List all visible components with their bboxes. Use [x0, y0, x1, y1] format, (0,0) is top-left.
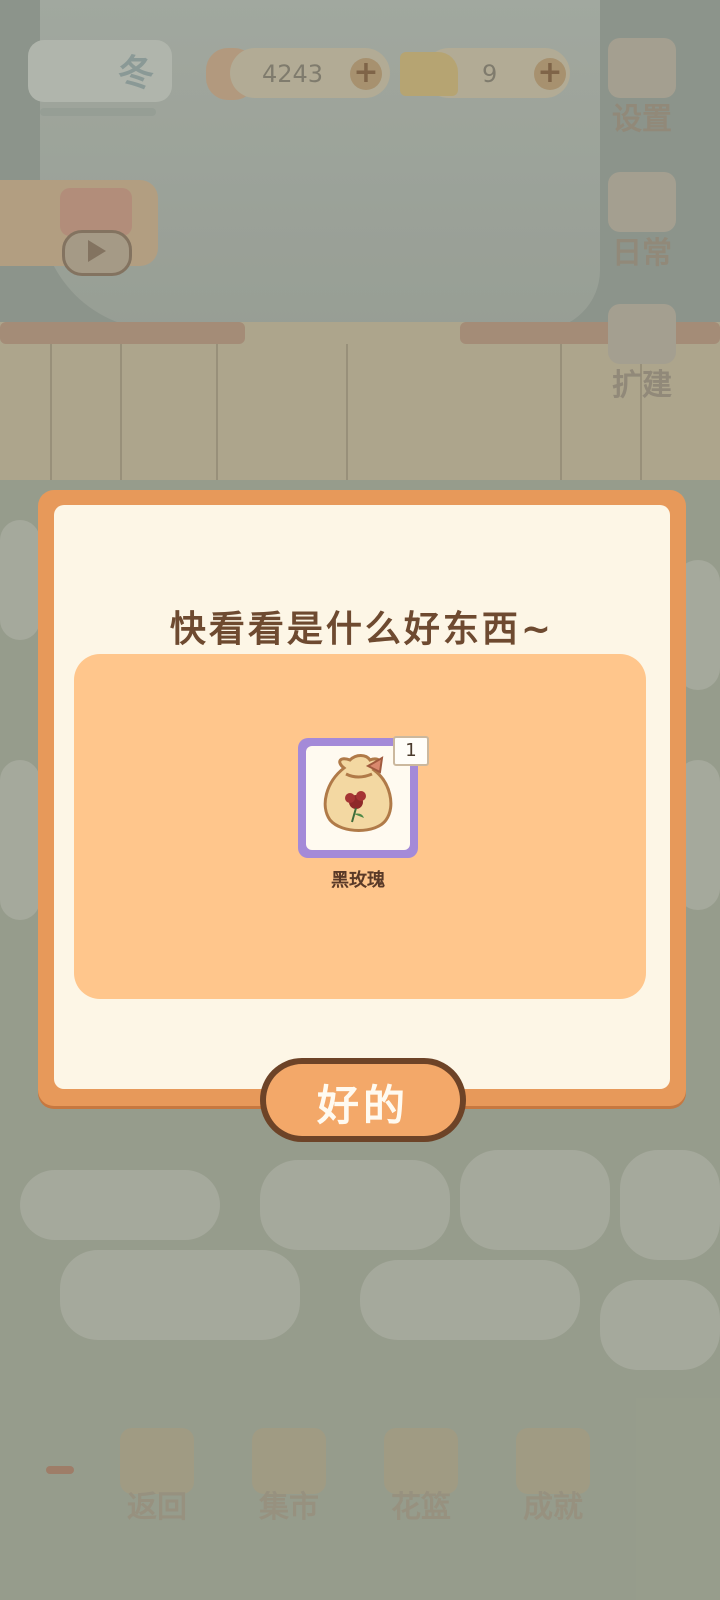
confirm-button-label: 好的: [316, 1081, 409, 1130]
reward-quantity-badge: 1: [393, 736, 429, 766]
reward-item-name: 黑玫瑰: [331, 870, 385, 891]
dialog-title: 快看看是什么好东西~: [169, 609, 555, 650]
confirm-button[interactable]: 好的: [260, 1058, 466, 1142]
